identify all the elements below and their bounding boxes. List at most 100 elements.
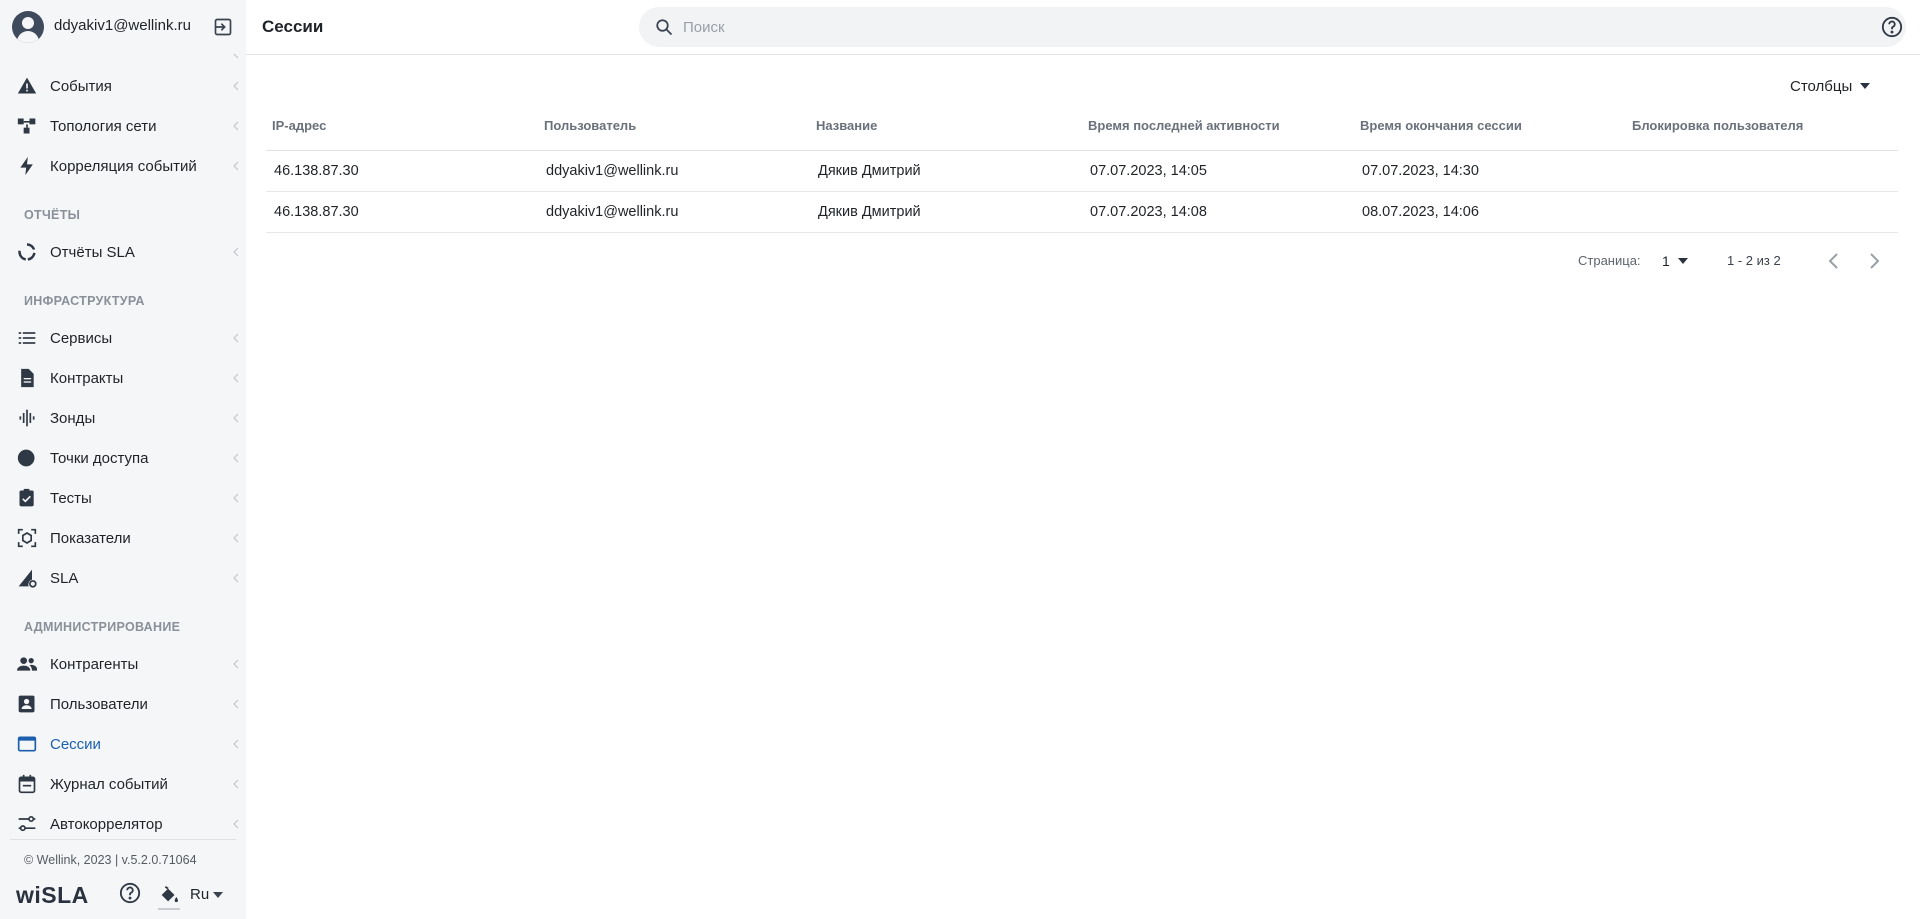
cell-last-activity: 07.07.2023, 14:08 <box>1090 204 1207 220</box>
browser-window-icon <box>17 736 37 752</box>
sidebar-item-event-log[interactable]: Журнал событий <box>0 764 246 804</box>
sidebar-item-access-points[interactable]: Точки доступа <box>0 438 246 478</box>
sidebar-item-topology[interactable]: Топология сети <box>0 106 246 146</box>
sidebar-item-label: События <box>50 78 112 95</box>
paint-bucket-icon[interactable] <box>158 884 180 906</box>
chevron-left-icon <box>233 779 239 789</box>
section-reports: ОТЧЁТЫ <box>24 208 81 222</box>
column-header[interactable]: Название <box>816 118 877 133</box>
list-icon <box>18 332 36 344</box>
section-administration: АДМИНИСТРИРОВАНИЕ <box>24 620 181 634</box>
sliders-icon <box>18 816 36 832</box>
column-header[interactable]: Время окончания сессии <box>1360 118 1522 133</box>
sidebar-item-sessions[interactable]: Сессии <box>0 724 246 764</box>
sidebar-item-label: Корреляция событий <box>50 158 197 175</box>
chevron-left-icon <box>233 121 239 131</box>
sidebar-item-tests[interactable]: Тесты <box>0 478 246 518</box>
user-email[interactable]: ddyakiv1@wellink.ru <box>54 17 191 34</box>
sidebar-item-label: Контракты <box>50 370 124 387</box>
table-row[interactable]: 46.138.87.30 ddyakiv1@wellink.ru Дякив Д… <box>266 192 1898 233</box>
chevron-left-icon <box>233 81 239 91</box>
sidebar-item-services[interactable]: Сервисы <box>0 318 246 358</box>
caret-down-icon[interactable] <box>213 892 223 898</box>
chevron-left-icon <box>233 819 239 829</box>
column-header[interactable]: Блокировка пользователя <box>1632 118 1803 133</box>
cell-user: ddyakiv1@wellink.ru <box>546 163 679 179</box>
sessions-table: IP-адрес Пользователь Название Время пос… <box>266 110 1898 233</box>
column-header[interactable]: Время последней активности <box>1088 118 1280 133</box>
sidebar-item-sla-reports[interactable]: Отчёты SLA <box>0 232 246 272</box>
search-input[interactable] <box>683 15 1833 39</box>
help-icon[interactable] <box>119 882 141 904</box>
circle-icon <box>17 449 35 467</box>
lightning-icon <box>20 156 33 176</box>
sidebar-item-label: Топология сети <box>50 118 157 135</box>
sidebar: ddyakiv1@wellink.ru События Топология се… <box>0 0 246 919</box>
column-header[interactable]: Пользователь <box>544 118 636 133</box>
clipboard-check-icon <box>19 488 34 507</box>
page-select[interactable]: 1 <box>1662 253 1688 269</box>
sidebar-item-counterparties[interactable]: Контрагенты <box>0 644 246 684</box>
cell-session-end: 07.07.2023, 14:30 <box>1362 163 1479 179</box>
table-header: IP-адрес Пользователь Название Время пос… <box>266 110 1898 151</box>
columns-button-label: Столбцы <box>1790 77 1853 95</box>
sidebar-item-label: Показатели <box>50 530 131 547</box>
help-icon[interactable] <box>1881 16 1903 38</box>
cell-user: ddyakiv1@wellink.ru <box>546 204 679 220</box>
sidebar-item-label: Тесты <box>50 490 92 507</box>
sidebar-item-label: Точки доступа <box>50 450 149 467</box>
page-title: Сессии <box>262 17 324 36</box>
chevron-left-icon <box>233 533 239 543</box>
chevron-left-icon <box>233 493 239 503</box>
cell-name: Дякив Дмитрий <box>818 163 921 179</box>
logout-icon[interactable] <box>213 17 233 37</box>
sidebar-item-label: Журнал событий <box>50 776 168 793</box>
people-icon <box>17 657 37 671</box>
chevron-left-icon <box>233 373 239 383</box>
sidebar-item-probes[interactable]: Зонды <box>0 398 246 438</box>
chevron-left-icon <box>233 161 239 171</box>
sidebar-item-metrics[interactable]: Показатели <box>0 518 246 558</box>
sidebar-item-sla[interactable]: SLA <box>0 558 246 598</box>
chevron-left-icon <box>233 659 239 669</box>
chevron-left-icon[interactable] <box>1826 252 1842 270</box>
columns-button[interactable]: Столбцы <box>1790 76 1871 96</box>
sidebar-item-correlation[interactable]: Корреляция событий <box>0 146 246 186</box>
sidebar-item-events[interactable]: События <box>0 66 246 106</box>
sidebar-item-autocorrelator[interactable]: Автокоррелятор <box>0 804 246 838</box>
chevron-left-icon <box>233 247 239 257</box>
chevron-left-icon <box>233 573 239 583</box>
page-select-value: 1 <box>1662 253 1670 269</box>
sidebar-item-users[interactable]: Пользователи <box>0 684 246 724</box>
cell-last-activity: 07.07.2023, 14:05 <box>1090 163 1207 179</box>
cell-name: Дякив Дмитрий <box>818 204 921 220</box>
language-select[interactable]: Ru <box>190 886 209 903</box>
cell-ip: 46.138.87.30 <box>274 163 359 179</box>
section-infrastructure: ИНФРАСТРУКТУРА <box>24 294 145 308</box>
sidebar-item-contracts[interactable]: Контракты <box>0 358 246 398</box>
pagination-range: 1 - 2 из 2 <box>1727 253 1781 268</box>
avatar[interactable] <box>12 11 44 43</box>
chevron-right-icon[interactable] <box>1866 252 1882 270</box>
copyright: © Wellink, 2023 | v.5.2.0.71064 <box>24 853 197 867</box>
chevron-left-icon <box>233 699 239 709</box>
chevron-left-icon <box>233 739 239 749</box>
search-icon <box>656 19 673 36</box>
sidebar-item-label: Зонды <box>50 410 96 427</box>
chevron-left-icon <box>233 453 239 463</box>
logo[interactable]: wiSLA <box>16 882 89 909</box>
donut-icon <box>18 243 36 261</box>
theme-underline <box>158 908 180 910</box>
cell-ip: 46.138.87.30 <box>274 204 359 220</box>
sidebar-item-label: SLA <box>50 570 79 587</box>
footer-divider <box>10 839 236 840</box>
cell-session-end: 08.07.2023, 14:06 <box>1362 204 1479 220</box>
sidebar-item-label: Автокоррелятор <box>50 816 163 833</box>
search-bar[interactable] <box>639 7 1906 47</box>
metrics-icon <box>17 528 37 548</box>
waveform-icon <box>19 409 35 427</box>
sidebar-item-label: Сервисы <box>50 330 113 347</box>
column-header[interactable]: IP-адрес <box>272 118 326 133</box>
sidebar-item-label: Сессии <box>50 736 101 753</box>
table-row[interactable]: 46.138.87.30 ddyakiv1@wellink.ru Дякив Д… <box>266 151 1898 192</box>
